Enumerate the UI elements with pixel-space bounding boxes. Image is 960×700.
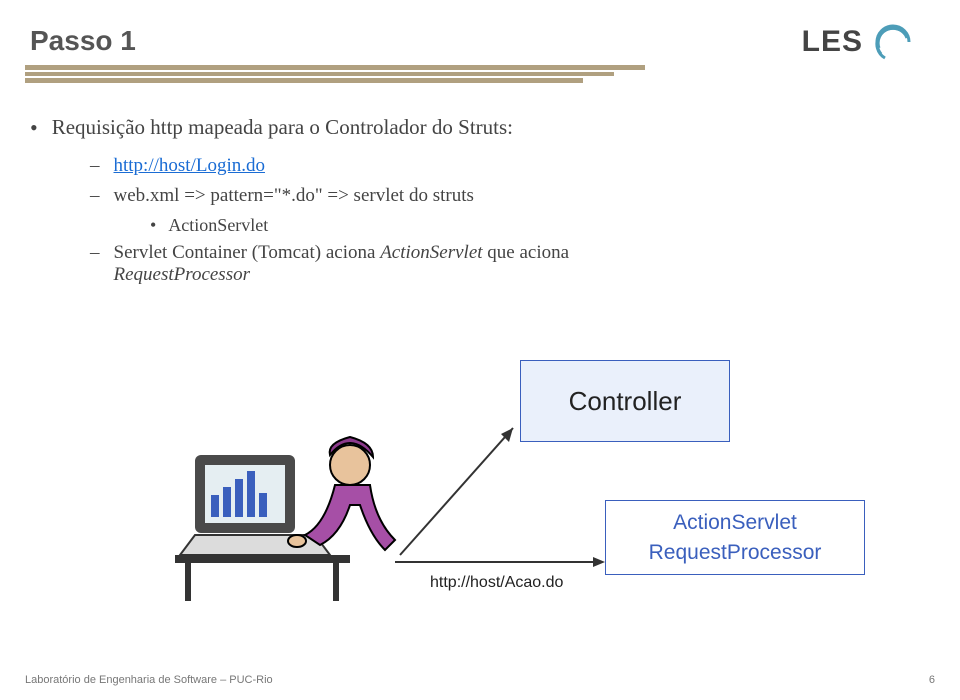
footer-left: Laboratório de Engenharia de Software – … — [25, 674, 273, 686]
footer: Laboratório de Engenharia de Software – … — [25, 674, 935, 686]
link-text: http://host/Login.do — [114, 155, 265, 177]
action-servlet-box: ActionServlet RequestProcessor — [605, 500, 865, 575]
bullet-level-2: – web.xml => pattern="*.do" => servlet d… — [90, 185, 920, 207]
bullet-level-3: • ActionServlet — [150, 215, 920, 236]
bullet-text: Servlet Container (Tomcat) aciona Action… — [114, 242, 570, 286]
action-line-2: RequestProcessor — [649, 538, 822, 567]
person-at-computer-icon — [175, 415, 405, 615]
diagram-url: http://host/Acao.do — [430, 574, 563, 592]
bullet-level-2: – http://host/Login.do — [90, 155, 920, 177]
page-title: Passo 1 — [30, 25, 136, 57]
swirl-icon — [871, 20, 915, 64]
bullet-marker: • — [150, 215, 156, 236]
diagram-area: Controller ActionServlet RequestProcesso… — [0, 330, 960, 660]
bullet-marker: • — [30, 115, 38, 141]
logo-text: LES — [802, 25, 863, 59]
bullet-text: Requisição http mapeada para o Controlad… — [52, 115, 513, 141]
arrow-icon — [395, 420, 525, 560]
text-part: Servlet Container (Tomcat) aciona — [114, 242, 381, 263]
dash-marker: – — [90, 242, 100, 286]
italic-text: ActionServlet — [380, 242, 482, 263]
bullet-text: web.xml => pattern="*.do" => servlet do … — [114, 185, 474, 207]
arrow-icon — [395, 556, 610, 568]
bullet-level-2: – Servlet Container (Tomcat) aciona Acti… — [90, 242, 920, 286]
controller-box: Controller — [520, 360, 730, 442]
content-area: • Requisição http mapeada para o Control… — [30, 115, 920, 294]
text-part: que aciona — [483, 242, 570, 263]
bullet-text: ActionServlet — [168, 215, 268, 236]
action-line-1: ActionServlet — [673, 508, 797, 537]
italic-text: RequestProcessor — [114, 264, 251, 285]
brand-logo: LES — [802, 20, 915, 64]
title-underline — [25, 65, 645, 83]
controller-label: Controller — [569, 386, 682, 417]
dash-marker: – — [90, 155, 100, 177]
bullet-level-1: • Requisição http mapeada para o Control… — [30, 115, 920, 141]
page-number: 6 — [929, 674, 935, 686]
dash-marker: – — [90, 185, 100, 207]
